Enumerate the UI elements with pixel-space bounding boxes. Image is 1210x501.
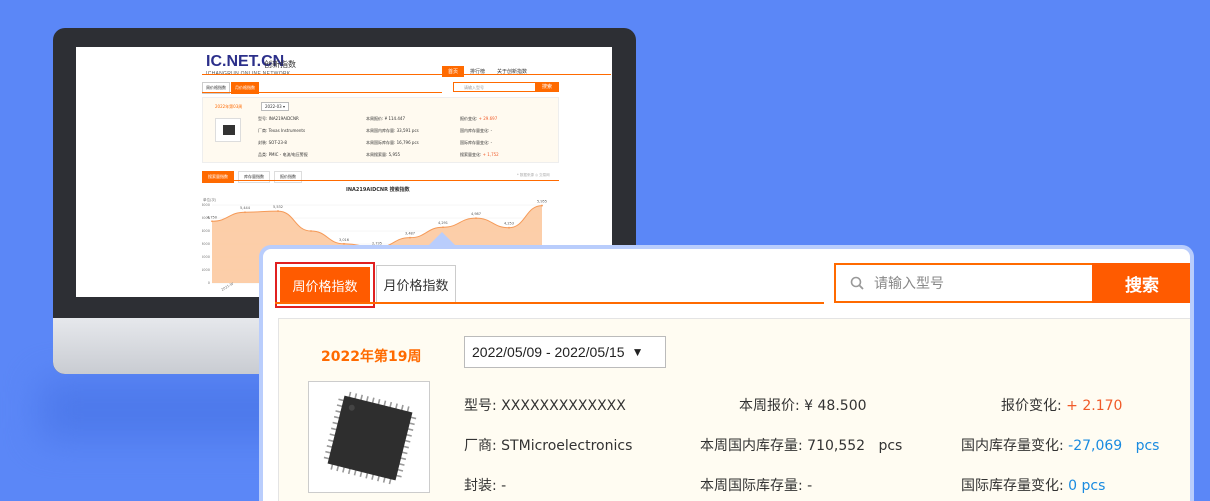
- field-maker: 厂商: Texas Instruments: [258, 128, 306, 133]
- y-tick-label: 6000: [202, 203, 210, 207]
- data-point: [475, 217, 477, 220]
- data-point: [442, 226, 444, 229]
- tab-month-price-index[interactable]: 月价格指数: [376, 265, 456, 303]
- info-panel: 2022年第03周 2022-03 ▾ 型号: INA219AIDCNR 厂商:…: [202, 97, 559, 163]
- chevron-down-icon: ▼: [631, 345, 644, 359]
- data-label: 5,532: [273, 205, 283, 209]
- field-intl-stock: 本周国际库存量: 16,796 pcs: [366, 140, 419, 145]
- product-image: [308, 381, 430, 493]
- search-placeholder: 请输入型号: [874, 276, 944, 292]
- nav-ranking[interactable]: 排行榜: [464, 66, 491, 77]
- nav-home[interactable]: 首页: [442, 66, 465, 77]
- product-panel: 2022年第19周 2022/05/09 - 2022/05/15 ▼ 型号: X…: [278, 318, 1190, 501]
- field-category: 品类: PMIC - 电流/电压警报: [258, 152, 308, 157]
- chart-tabs: 搜索量指数 库存量指数 报价指数: [202, 171, 306, 183]
- data-label: 4,750: [207, 215, 217, 219]
- field-domestic-change: 国内库存量变化: -: [460, 128, 493, 133]
- data-point: [310, 230, 312, 232]
- field-manufacturer: 厂商: STMicroelectronics: [464, 438, 633, 454]
- data-point: [508, 226, 510, 229]
- chip-icon: [323, 391, 417, 485]
- y-tick-label: 2000: [202, 255, 210, 259]
- data-point: [211, 220, 213, 223]
- chart-title: INA219AIDCNR 搜索指数: [346, 187, 410, 193]
- popup-pointer: [428, 232, 456, 246]
- field-search-change: 搜索量变化: + 1,752: [460, 152, 499, 157]
- chip-image: [215, 118, 241, 142]
- data-label: 4,987: [471, 212, 481, 216]
- search-input[interactable]: 请输入型号: [834, 263, 1092, 303]
- data-point: [541, 204, 543, 207]
- data-label: 4,291: [438, 221, 448, 225]
- data-point: [409, 236, 411, 239]
- field-intl-stock: 本周国际库存量: -: [700, 478, 813, 494]
- field-price: 本周报价: ¥ 114.447: [366, 116, 405, 121]
- field-domestic-stock-change: 国内库存量变化: -27,069 pcs: [961, 438, 1160, 454]
- y-tick-label: 0: [208, 281, 210, 285]
- data-label: 3,016: [339, 238, 349, 242]
- field-model: 型号: INA219AIDCNR: [258, 116, 299, 121]
- chart-note: * 数据来源 ◎ 交易网: [517, 173, 550, 177]
- field-search-count: 本周搜索量: 5,955: [366, 152, 401, 157]
- site-title: 创新指数: [264, 60, 296, 69]
- tab-underline: [275, 302, 824, 304]
- tab-underline: [202, 92, 442, 93]
- field-price-change: 报价变化: + 29.697: [460, 116, 498, 121]
- y-tick-label: 3000: [202, 242, 210, 246]
- week-label: 2022年第19周: [321, 349, 422, 365]
- data-label: 5,444: [240, 206, 251, 210]
- field-package: 封装: SOT-23-8: [258, 140, 287, 145]
- search-button[interactable]: 搜索: [535, 82, 559, 92]
- zoom-popup: 周价格指数 月价格指数 请输入型号 搜索 2022年第19周 2022/05/0…: [259, 245, 1194, 501]
- field-domestic-stock: 本周国内库存量: 710,552 pcs: [700, 438, 903, 454]
- chart-tab-search[interactable]: 搜索量指数: [202, 171, 234, 183]
- y-axis-label: 单位(次): [203, 197, 217, 202]
- data-point: [244, 211, 246, 214]
- data-label: 5,955: [537, 200, 547, 204]
- field-domestic-stock: 本周国内库存量: 33,591 pcs: [366, 128, 419, 133]
- field-intl-change: 国际库存量变化: -: [460, 140, 493, 145]
- field-price-change: 报价变化: + 2.170: [1001, 398, 1123, 414]
- data-label: 3,487: [405, 232, 415, 236]
- date-range-select[interactable]: 2022/05/09 - 2022/05/15 ▼: [464, 336, 666, 368]
- field-intl-stock-change: 国际库存量变化: 0 pcs: [961, 478, 1106, 494]
- chart-divider: [202, 180, 559, 181]
- data-point: [277, 210, 279, 212]
- week-label: 2022年第03周: [215, 104, 243, 109]
- divider: [202, 74, 611, 75]
- search-button[interactable]: 搜索: [1092, 263, 1190, 303]
- chart-tab-stock[interactable]: 库存量指数: [238, 171, 270, 183]
- y-tick-label: 1000: [202, 268, 210, 272]
- search-icon: [850, 276, 864, 290]
- field-package: 封装: -: [464, 478, 507, 494]
- week-select[interactable]: 2022-03 ▾: [261, 102, 289, 111]
- field-model: 型号: XXXXXXXXXXXXX: [464, 398, 626, 414]
- field-weekly-price: 本周报价: ¥ 48.500: [739, 398, 867, 414]
- chart-tab-price[interactable]: 报价指数: [274, 171, 302, 183]
- y-tick-label: 4000: [202, 229, 210, 233]
- nav-about[interactable]: 关于创新指数: [491, 66, 533, 77]
- data-label: 4,253: [504, 222, 514, 226]
- top-nav: 首页 排行榜 关于创新指数: [442, 66, 533, 77]
